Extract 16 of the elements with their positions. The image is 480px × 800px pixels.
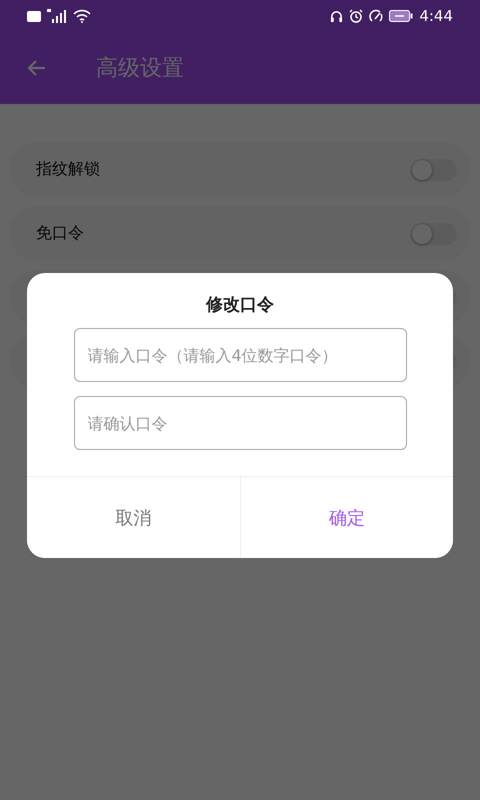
confirm-button[interactable]: 确定 xyxy=(240,477,453,558)
alarm-icon xyxy=(349,9,364,23)
toggle-switch[interactable] xyxy=(411,158,457,180)
input-field[interactable]: 请输入口令（请输入4位数字口令） xyxy=(74,328,406,382)
page-title: 高级设置 xyxy=(96,55,184,83)
setting-label: 免口令 xyxy=(36,223,84,244)
speedometer-icon xyxy=(369,9,384,23)
dialog-title: 修改口令 xyxy=(206,294,274,316)
signal-icon xyxy=(47,9,67,23)
input-field[interactable]: 请确认口令 xyxy=(74,396,406,450)
status-time: 4:44 xyxy=(419,7,453,25)
toggle-switch[interactable] xyxy=(411,222,457,244)
setting-label: 指纹解锁 xyxy=(36,159,100,180)
wifi-icon xyxy=(73,9,91,23)
battery-icon xyxy=(389,10,414,22)
headset-icon xyxy=(330,10,344,22)
